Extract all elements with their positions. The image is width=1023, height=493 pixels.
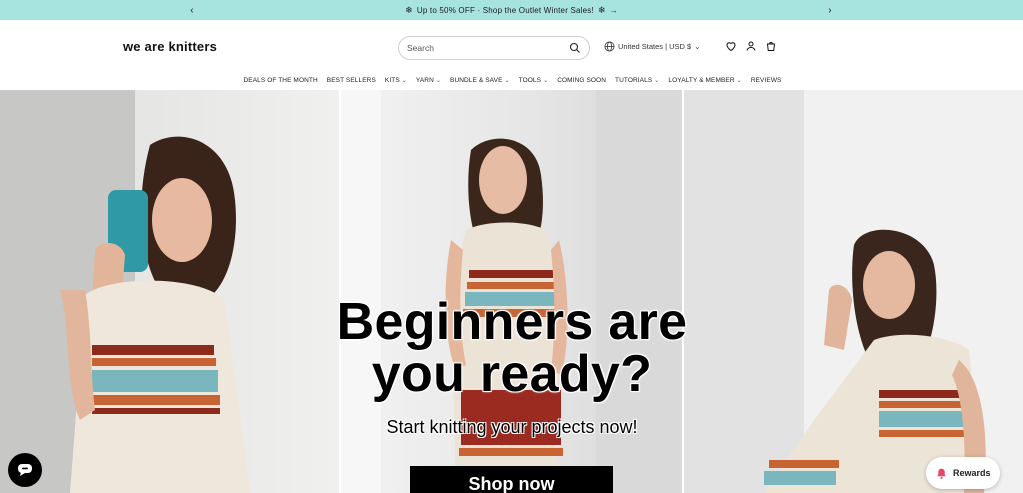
nav-item-yarn[interactable]: YARN ⌄ [416, 73, 441, 87]
announcement-bar: ‹ ❄ Up to 50% OFF · Shop the Outlet Wint… [0, 0, 1023, 20]
account-user-icon[interactable] [745, 40, 757, 52]
nav-item-best-sellers[interactable]: BEST SELLERS [327, 73, 376, 87]
nav-item-label: REVIEWS [750, 76, 782, 84]
site-header: we are knitters United States | USD $ ⌄ … [0, 20, 1023, 90]
arrow-right-icon: → [609, 5, 618, 15]
chevron-down-icon: ⌄ [435, 77, 442, 84]
bell-icon [937, 468, 946, 479]
rewards-launcher-button[interactable]: Rewards [926, 457, 1000, 489]
chevron-down-icon: ⌄ [543, 77, 549, 84]
chat-bubble-icon [18, 464, 32, 476]
nav-item-label: BEST SELLERS [326, 76, 376, 84]
hero-title: Beginners are you ready? [262, 296, 762, 400]
hero-title-line2: you ready? [371, 345, 653, 403]
nav-item-reviews[interactable]: REVIEWS [751, 73, 782, 87]
chevron-down-icon: ⌄ [736, 77, 742, 84]
nav-item-loyalty-member[interactable]: LOYALTY & MEMBER ⌄ [668, 73, 741, 87]
nav-item-label: BUNDLE & SAVE [450, 76, 503, 84]
search-icon[interactable] [569, 42, 581, 54]
chevron-down-icon: ⌄ [654, 77, 660, 84]
globe-icon [604, 41, 615, 52]
hero-image-right [684, 90, 1023, 493]
hero-subtitle: Start knitting your projects now! [386, 417, 638, 437]
nav-item-label: TOOLS [518, 76, 542, 84]
locale-label: United States | USD $ [618, 42, 692, 51]
cart-bag-icon[interactable] [765, 40, 777, 52]
site-logo[interactable]: we are knitters [123, 39, 217, 54]
nav-item-label: YARN [415, 76, 434, 84]
announcement-prev-button[interactable]: ‹ [182, 0, 202, 20]
announcement-next-button[interactable]: › [820, 0, 840, 20]
nav-item-deals[interactable]: DEALS OF THE MONTH [243, 73, 317, 87]
chat-launcher-button[interactable] [8, 453, 42, 487]
nav-item-coming-soon[interactable]: COMING SOON [557, 73, 606, 87]
chevron-down-icon: ⌄ [401, 77, 407, 84]
announcement-message-link[interactable]: ❄ Up to 50% OFF · Shop the Outlet Winter… [405, 5, 618, 16]
shop-now-button[interactable]: Shop now [410, 466, 613, 493]
chevron-down-icon: ⌄ [694, 42, 701, 51]
main-navigation: DEALS OF THE MONTH BEST SELLERS KITS ⌄ YA… [0, 73, 1023, 87]
nav-item-label: TUTORIALS [615, 76, 653, 84]
search-input[interactable] [407, 43, 557, 53]
header-actions [725, 40, 777, 52]
nav-item-label: KITS [384, 76, 400, 84]
hero-image-left [0, 90, 339, 493]
hero-title-line1: Beginners are [336, 293, 688, 351]
chevron-down-icon: ⌄ [504, 77, 510, 84]
rewards-label: Rewards [953, 468, 991, 478]
nav-item-label: COMING SOON [557, 76, 606, 84]
nav-item-kits[interactable]: KITS ⌄ [385, 73, 407, 87]
hero-banner: Beginners are you ready? Start knitting … [0, 90, 1023, 493]
nav-item-tutorials[interactable]: TUTORIALS ⌄ [615, 73, 659, 87]
snowflake-icon: ❄ [597, 4, 606, 15]
wishlist-heart-icon[interactable] [725, 40, 737, 52]
locale-selector[interactable]: United States | USD $ ⌄ [604, 41, 701, 52]
nav-item-bundle-save[interactable]: BUNDLE & SAVE ⌄ [450, 73, 510, 87]
announcement-text: Up to 50% OFF · Shop the Outlet Winter S… [416, 5, 594, 15]
nav-item-tools[interactable]: TOOLS ⌄ [519, 73, 549, 87]
nav-item-label: LOYALTY & MEMBER [668, 76, 735, 84]
snowflake-icon: ❄ [405, 4, 413, 15]
search-bar[interactable] [398, 36, 590, 60]
nav-item-label: DEALS OF THE MONTH [243, 76, 318, 84]
